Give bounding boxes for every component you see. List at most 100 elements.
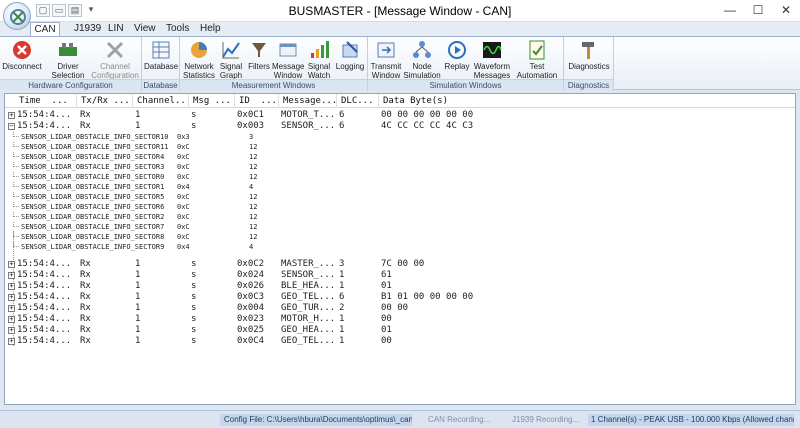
cell-time: 15:54:4... xyxy=(17,270,72,280)
expand-toggle[interactable]: − xyxy=(8,123,15,130)
signal-raw: 0x4 xyxy=(177,243,190,251)
cell-id: 0x0C3 xyxy=(237,292,265,302)
signal-name: SENSOR_LIDAR_OBSTACLE_INFO_SECTOR1 xyxy=(21,183,165,191)
cell-txrx: Rx xyxy=(80,281,91,291)
cell-data: 00 xyxy=(381,336,392,346)
cell-txrx: Rx xyxy=(80,303,91,313)
table-row[interactable]: +15:54:4... Rx 1 s 0x024 SENSOR_... 1 61 xyxy=(5,270,795,281)
tab-view[interactable]: View xyxy=(128,22,162,36)
expand-toggle[interactable]: + xyxy=(8,316,15,323)
cell-dlc: 6 xyxy=(339,292,345,302)
expand-toggle[interactable]: + xyxy=(8,261,15,268)
column-header-message[interactable]: Message... xyxy=(279,94,337,108)
tab-lin[interactable]: LIN xyxy=(102,22,130,36)
cell-type: s xyxy=(191,336,197,346)
close-button[interactable]: ✕ xyxy=(772,0,800,22)
cell-type: s xyxy=(191,281,197,291)
cell-name: MOTOR_H... xyxy=(281,314,336,324)
tab-help[interactable]: Help xyxy=(194,22,227,36)
message-window-button[interactable]: Message Window xyxy=(272,39,304,80)
group-label-simulation-windows: Simulation Windows xyxy=(368,79,563,91)
signal-row: SENSOR_LIDAR_OBSTACLE_INFO_SECTOR11 0xC 12 xyxy=(5,142,795,152)
cell-dlc: 2 xyxy=(339,303,345,313)
expand-toggle[interactable]: + xyxy=(8,338,15,345)
signal-raw: 0xC xyxy=(177,233,190,241)
column-header-channel[interactable]: Channel... xyxy=(133,94,189,108)
tab-can[interactable]: CAN xyxy=(30,22,60,36)
signal-val: 12 xyxy=(249,163,258,171)
signal-row: SENSOR_LIDAR_OBSTACLE_INFO_SECTOR8 0xC 12 xyxy=(5,232,795,242)
node-simulation-button[interactable]: Node Simulation xyxy=(402,39,442,80)
cell-txrx: Rx xyxy=(80,110,91,120)
minimize-button[interactable]: — xyxy=(716,0,744,22)
logging-button[interactable]: Logging xyxy=(334,39,366,71)
signal-watch-button[interactable]: Signal Watch xyxy=(304,39,334,80)
group-label-diagnostics: Diagnostics xyxy=(564,79,613,91)
maximize-button[interactable]: ☐ xyxy=(744,0,772,22)
column-header-time[interactable]: Time ... xyxy=(15,94,77,108)
signal-name: SENSOR_LIDAR_OBSTACLE_INFO_SECTOR0 xyxy=(21,173,165,181)
table-row[interactable]: +15:54:4... Rx 1 s 0x0C1 MOTOR_T... 6 00 00 00 … xyxy=(5,110,795,121)
signal-name: SENSOR_LIDAR_OBSTACLE_INFO_SECTOR2 xyxy=(21,213,165,221)
group-hardware-configuration: Disconnect Driver Selection Channel Conf… xyxy=(0,37,142,91)
database-button[interactable]: Database xyxy=(144,39,178,71)
group-label-hardware-configuration: Hardware Configuration xyxy=(0,79,141,91)
expand-toggle[interactable]: + xyxy=(8,294,15,301)
cell-name: GEO_TEL... xyxy=(281,292,336,302)
cell-type: s xyxy=(191,325,197,335)
signal-raw: 0xC xyxy=(177,173,190,181)
signal-raw: 0x4 xyxy=(177,183,190,191)
signal-name: SENSOR_LIDAR_OBSTACLE_INFO_SECTOR7 xyxy=(21,223,165,231)
cell-id: 0x0C2 xyxy=(237,259,265,269)
cell-time: 15:54:4... xyxy=(17,325,72,335)
network-statistics-button[interactable]: Network Statistics xyxy=(182,39,216,80)
signal-row: SENSOR_LIDAR_OBSTACLE_INFO_SECTOR7 0xC 12 xyxy=(5,222,795,232)
cell-txrx: Rx xyxy=(80,325,91,335)
nodes-icon xyxy=(411,39,433,61)
table-row[interactable]: +15:54:4... Rx 1 s 0x0C2 MASTER_... 3 7C 00 00 xyxy=(5,259,795,270)
column-header-data-bytes[interactable]: Data Byte(s) xyxy=(379,94,795,108)
table-row[interactable]: +15:54:4... Rx 1 s 0x004 GEO_TUR... 2 00 00 xyxy=(5,303,795,314)
tree-branch xyxy=(13,222,19,227)
driver-selection-button[interactable]: Driver Selection xyxy=(46,39,90,80)
diagnostics-button[interactable]: Diagnostics xyxy=(566,39,612,71)
tree-branch xyxy=(13,212,19,217)
cell-ch: 1 xyxy=(135,259,141,269)
signal-graph-button[interactable]: Signal Graph xyxy=(216,39,246,80)
transmit-window-button[interactable]: Transmit Window xyxy=(370,39,402,80)
cell-txrx: Rx xyxy=(80,314,91,324)
column-header-dlc[interactable]: DLC... xyxy=(337,94,379,108)
group-label-measurement-windows: Measurement Windows xyxy=(180,79,367,91)
column-header-txrx[interactable]: Tx/Rx ... xyxy=(77,94,133,108)
replay-button[interactable]: Replay xyxy=(442,39,472,71)
cell-type: s xyxy=(191,110,197,120)
table-row[interactable]: +15:54:4... Rx 1 s 0x0C3 GEO_TEL... 6 B1 01 00 … xyxy=(5,292,795,303)
table-row[interactable]: +15:54:4... Rx 1 s 0x0C4 GEO_TEL... 1 00 xyxy=(5,336,795,347)
expand-toggle[interactable]: + xyxy=(8,305,15,312)
signal-name: SENSOR_LIDAR_OBSTACLE_INFO_SECTOR8 xyxy=(21,233,165,241)
cell-ch: 1 xyxy=(135,270,141,280)
column-header-msg[interactable]: Msg ... xyxy=(189,94,235,108)
disconnect-button[interactable]: Disconnect xyxy=(2,39,42,71)
title-bar: ▢ ▭ ▤ ▾ BUSMASTER - [Message Window - CA… xyxy=(0,0,800,22)
column-header-id[interactable]: ID ... xyxy=(235,94,279,108)
expand-toggle[interactable]: + xyxy=(8,327,15,334)
table-row[interactable]: +15:54:4... Rx 1 s 0x026 BLE_HEA... 1 01 xyxy=(5,281,795,292)
signal-row: SENSOR_LIDAR_OBSTACLE_INFO_SECTOR0 0xC 12 xyxy=(5,172,795,182)
waveform-messages-button[interactable]: Waveform Messages xyxy=(472,39,512,80)
filters-button[interactable]: Filters xyxy=(246,39,272,71)
tab-tools[interactable]: Tools xyxy=(160,22,195,36)
table-row[interactable]: +15:54:4... Rx 1 s 0x025 GEO_HEA... 1 01 xyxy=(5,325,795,336)
signal-raw: 0x3 xyxy=(177,133,190,141)
expand-toggle[interactable]: + xyxy=(8,283,15,290)
table-row[interactable]: +15:54:4... Rx 1 s 0x023 MOTOR_H... 1 00 xyxy=(5,314,795,325)
channel-configuration-button[interactable]: Channel Configuration xyxy=(90,39,140,80)
cell-txrx: Rx xyxy=(80,259,91,269)
cell-time: 15:54:4... xyxy=(17,259,72,269)
expand-toggle[interactable]: + xyxy=(8,112,15,119)
table-row[interactable]: −15:54:4... Rx 1 s 0x003 SENSOR_... 6 4C CC CC … xyxy=(5,121,795,132)
cell-name: MASTER_... xyxy=(281,259,336,269)
app-menu-orb[interactable] xyxy=(3,2,31,30)
expand-toggle[interactable]: + xyxy=(8,272,15,279)
cell-name: SENSOR_... xyxy=(281,121,336,131)
